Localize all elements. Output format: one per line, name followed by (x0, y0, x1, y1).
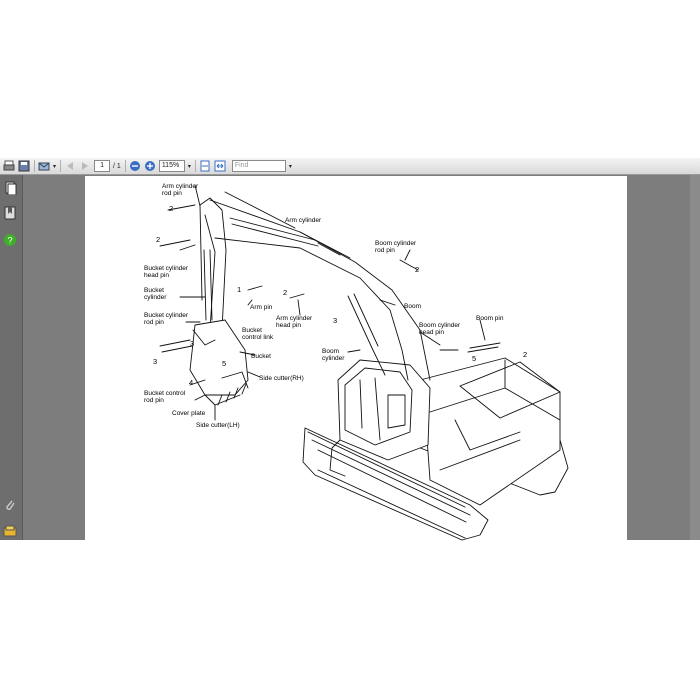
callout-number: 3 (153, 357, 157, 366)
label-bucket-cylinder-head-pin-1: Bucket cylinder (144, 265, 189, 272)
label-boom-cylinder-1: Boom (322, 348, 339, 355)
callout-number: 2 (523, 350, 527, 359)
callout-number: 3 (190, 339, 194, 348)
label-arm-pin: Arm pin (250, 304, 273, 311)
label-bucket-cylinder-rod-pin-2: rod pin (144, 319, 164, 326)
label-arm-cylinder-rod-pin-2: rod pin (162, 190, 182, 197)
label-bucket-control-rod-pin-1: Bucket control (144, 390, 186, 397)
label-bucket-control-link-1: Bucket (242, 327, 262, 334)
label-boom-cylinder-2: cylinder (322, 355, 345, 362)
label-bucket-control-link-2: control link (242, 334, 274, 341)
label-side-cutter-rh: Side cutter(RH) (259, 375, 304, 382)
label-boom-cylinder-rod-pin-2: rod pin (375, 247, 395, 254)
label-side-cutter-lh: Side cutter(LH) (196, 422, 240, 429)
excavator-parts-diagram: Arm cylinder rod pin Arm cylinder Boom c… (144, 183, 569, 541)
callout-number: 5 (472, 354, 476, 363)
label-bucket-cylinder-1: Bucket (144, 287, 164, 294)
callout-number: 4 (189, 378, 193, 387)
label-boom-cylinder-head-pin-1: Boom cylinder (419, 322, 461, 329)
callout-number: 5 (222, 359, 226, 368)
label-boom-pin: Boom pin (476, 315, 504, 322)
callout-number: 2 (415, 265, 419, 274)
label-arm-cylinder-rod-pin-1: Arm cylinder (162, 183, 199, 190)
label-arm-cylinder: Arm cylinder (285, 217, 322, 224)
label-boom-cylinder-head-pin-2: head pin (419, 329, 444, 336)
callout-number: 2 (169, 204, 173, 213)
label-bucket-cylinder-head-pin-2: head pin (144, 272, 169, 279)
label-bucket-cylinder-2: cylinder (144, 294, 167, 301)
label-cover-plate: Cover plate (172, 410, 206, 417)
callout-number: 3 (333, 316, 337, 325)
label-arm-cylinder-head-pin-2: head pin (276, 322, 301, 329)
label-bucket-cylinder-rod-pin-1: Bucket cylinder (144, 312, 189, 319)
callout-number: 2 (156, 235, 160, 244)
callout-number: 2 (283, 288, 287, 297)
label-boom: Boom (404, 303, 421, 310)
label-boom-cylinder-rod-pin-1: Boom cylinder (375, 240, 417, 247)
callout-number: 1 (237, 285, 241, 294)
label-arm-cylinder-head-pin-1: Arm cylinder (276, 315, 313, 322)
label-bucket: Bucket (251, 353, 271, 360)
label-bucket-control-rod-pin-2: rod pin (144, 397, 164, 404)
